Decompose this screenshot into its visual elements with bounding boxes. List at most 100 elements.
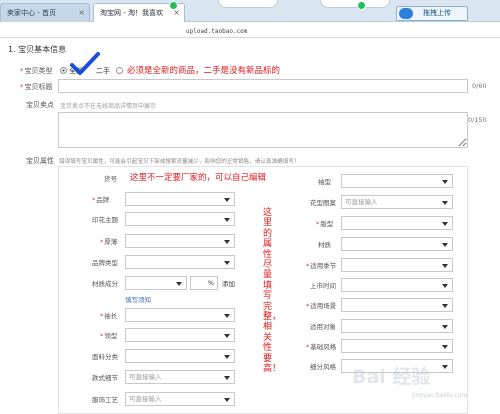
required-mark: *: [100, 312, 104, 320]
chevron-down-icon: [442, 304, 448, 308]
select-print-theme[interactable]: [125, 212, 235, 226]
chevron-down-icon: [224, 240, 230, 244]
attr-label-scene-text: 适用场景: [310, 302, 337, 310]
attr-label-collar: *领型: [100, 330, 117, 340]
attr-label-launch-time: 上市时间: [310, 282, 336, 290]
sellpoint-label: 宝贝卖点: [26, 101, 54, 109]
material-add-link[interactable]: 添加: [222, 278, 235, 288]
attributes-label: 宝贝属性: [26, 157, 54, 165]
required-mark: *: [92, 196, 96, 204]
select-season[interactable]: [341, 258, 453, 272]
item-title-input[interactable]: [58, 79, 468, 93]
annotation-brand-note: 这里不一定要厂家的，可以自己编辑: [130, 173, 267, 183]
fill-notice-link[interactable]: 填写须知: [125, 294, 151, 304]
attr-label-sleeve-type: 袖型: [318, 178, 331, 186]
required-mark: *: [306, 262, 310, 270]
chevron-down-icon: [442, 365, 448, 369]
select-base-style[interactable]: [341, 339, 453, 353]
select-value: 可直接输入: [345, 198, 378, 206]
watermark-logo: Bai 经验: [352, 366, 431, 388]
chevron-down-icon: [176, 282, 182, 286]
select-sleeve-type[interactable]: [341, 174, 453, 188]
radio-used[interactable]: [116, 67, 123, 74]
attr-label-brand-text: 品牌: [96, 196, 110, 204]
required-mark: *: [306, 343, 310, 351]
tab-seller-center[interactable]: 卖家中心 - 首页 ×: [0, 3, 90, 22]
select-fabric-class[interactable]: [125, 349, 235, 363]
select-value: 可直接输入: [129, 395, 162, 403]
attributes-hint: 错误填写宝贝属性，可能会引起宝贝下架或搜索流量减少，影响您的正常销售，请认真准确…: [59, 159, 300, 165]
select-style-detail[interactable]: 可直接输入: [125, 370, 235, 384]
select-value: 可直接输入: [129, 373, 162, 381]
select-craft[interactable]: 可直接输入: [125, 392, 235, 406]
radio-used-label: 二手: [96, 67, 110, 75]
tab-taobao-label: 淘宝网 - 淘！我喜欢: [100, 9, 163, 17]
required-mark: *: [20, 67, 24, 75]
select-target[interactable]: [341, 319, 453, 333]
title-counter: 0/60: [472, 82, 487, 90]
required-mark: *: [100, 238, 104, 246]
attr-label-material-composition: 材质成分: [92, 280, 118, 288]
select-material[interactable]: [125, 276, 187, 290]
drag-upload-button[interactable]: 拖拽上传: [396, 6, 468, 21]
attr-label-thickness-text: 厚薄: [104, 238, 118, 246]
sellpoint-counter: 0/150: [468, 116, 487, 124]
attr-label-thickness: *厚薄: [100, 236, 117, 246]
item-type-label: *宝贝类型: [20, 66, 53, 76]
attr-label-print-theme: 印花主题: [92, 216, 118, 224]
required-mark: *: [20, 83, 24, 91]
select-brand[interactable]: [125, 192, 235, 206]
sellpoint-textarea[interactable]: [58, 112, 468, 148]
chevron-down-icon: [442, 180, 448, 184]
sellpoint-hint: 宝贝卖点不在无线商品详情页中展示: [60, 103, 157, 110]
section-title: 1. 宝贝基本信息: [8, 45, 67, 54]
select-fabric[interactable]: [341, 237, 453, 251]
select-scene[interactable]: [341, 298, 453, 312]
annotation-vertical-note: 这里的属性尽量填写完整，相关性要高！: [263, 208, 282, 375]
chevron-down-icon: [224, 376, 230, 380]
cloud-icon: [320, 0, 390, 8]
percent-sign: %: [207, 279, 214, 287]
select-fit[interactable]: [341, 216, 453, 230]
select-sleeve-length[interactable]: [125, 308, 235, 322]
drag-upload-label: 拖拽上传: [423, 9, 451, 17]
select-collar[interactable]: [125, 328, 235, 342]
attr-label-target: 适用对象: [310, 323, 336, 331]
browser-tab-bar: 卖家中心 - 首页 × 淘宝网 - 淘！我喜欢 × 拖拽上传: [0, 0, 500, 22]
attr-label-fabric: 材质: [318, 241, 331, 249]
radio-new[interactable]: [60, 67, 67, 74]
chevron-down-icon: [442, 222, 448, 226]
select-pattern[interactable]: 可直接输入: [341, 195, 453, 209]
attr-label-fabric-class: 面料分类: [92, 353, 118, 361]
annotation-type-note: 必须是全新的商品，二手是没有新品标的: [127, 66, 281, 76]
select-thickness[interactable]: [125, 234, 235, 248]
attr-label-fit-text: 版型: [320, 220, 334, 228]
chevron-down-icon: [442, 345, 448, 349]
chevron-down-icon: [224, 218, 230, 222]
status-dot-icon: [357, 1, 366, 10]
tab-seller-center-label: 卖家中心 - 首页: [7, 9, 56, 17]
item-title-label-text: 宝贝标题: [24, 83, 53, 91]
attr-label-item-no: 货号: [104, 175, 117, 183]
attr-label-scene: *适用场景: [306, 300, 336, 310]
chevron-down-icon: [442, 201, 448, 205]
attr-label-brand: *品牌: [92, 194, 109, 204]
attr-label-style-detail: 款式细节: [92, 374, 118, 382]
material-percent-input[interactable]: %: [190, 276, 218, 290]
attr-label-season: *适用季节: [306, 260, 336, 270]
close-icon[interactable]: ×: [78, 4, 85, 22]
attr-label-sleeve-length: *袖长: [100, 310, 117, 320]
attr-label-base-style: *基础风格: [306, 341, 336, 351]
item-type-label-text: 宝贝类型: [24, 67, 53, 75]
required-mark: *: [306, 302, 310, 310]
page-url: upload.taobao.com: [186, 28, 248, 35]
watermark-url: jingyan.baidu.com: [412, 392, 468, 399]
chevron-down-icon: [224, 398, 230, 402]
select-launch-time[interactable]: [341, 278, 453, 292]
page-root: { "browser": { "tab1": "卖家中心 - 首页", "tab…: [0, 0, 500, 414]
required-mark: *: [100, 332, 104, 340]
select-brand-type[interactable]: [125, 255, 235, 269]
chevron-down-icon: [224, 334, 230, 338]
attr-label-sub-style: 细分风格: [310, 363, 336, 371]
chevron-down-icon: [224, 355, 230, 359]
